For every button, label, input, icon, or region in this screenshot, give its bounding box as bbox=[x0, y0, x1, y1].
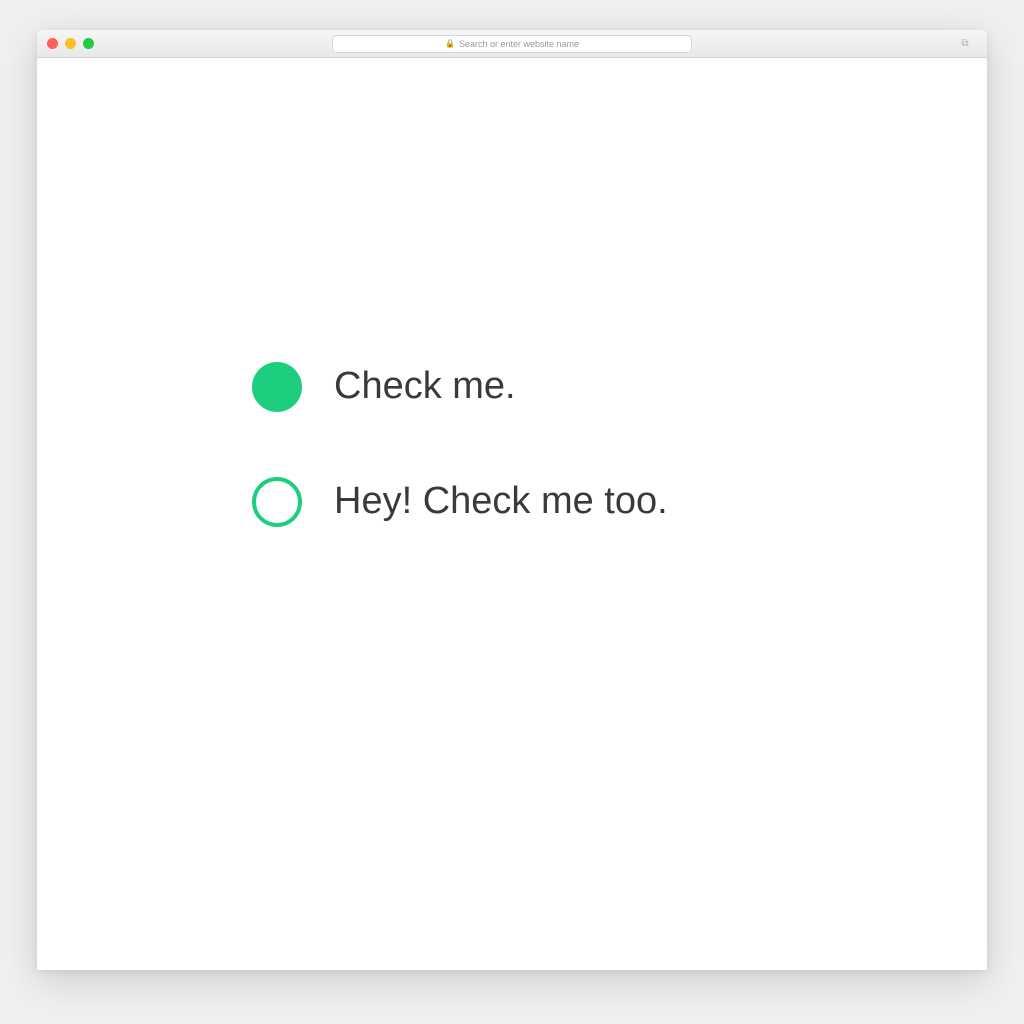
lock-icon: 🔒 bbox=[445, 39, 455, 48]
minimize-window-button[interactable] bbox=[65, 38, 76, 49]
radio-option-1[interactable]: Check me. bbox=[252, 362, 772, 412]
radio-circle-unchecked-icon[interactable] bbox=[252, 477, 302, 527]
content-area: Check me. Hey! Check me too. bbox=[37, 58, 987, 970]
window-controls bbox=[47, 38, 94, 49]
reader-mode-button[interactable]: ⧉ bbox=[957, 36, 973, 52]
close-window-button[interactable] bbox=[47, 38, 58, 49]
radio-label[interactable]: Check me. bbox=[334, 365, 516, 408]
address-bar[interactable]: 🔒 Search or enter website name bbox=[332, 35, 692, 53]
radio-option-2[interactable]: Hey! Check me too. bbox=[252, 477, 772, 527]
maximize-window-button[interactable] bbox=[83, 38, 94, 49]
radio-label[interactable]: Hey! Check me too. bbox=[334, 480, 668, 523]
title-bar: 🔒 Search or enter website name ⧉ bbox=[37, 30, 987, 58]
browser-window: 🔒 Search or enter website name ⧉ Check m… bbox=[37, 30, 987, 970]
reader-icon: ⧉ bbox=[961, 38, 968, 49]
radio-circle-checked-icon[interactable] bbox=[252, 362, 302, 412]
address-text: Search or enter website name bbox=[459, 39, 579, 49]
